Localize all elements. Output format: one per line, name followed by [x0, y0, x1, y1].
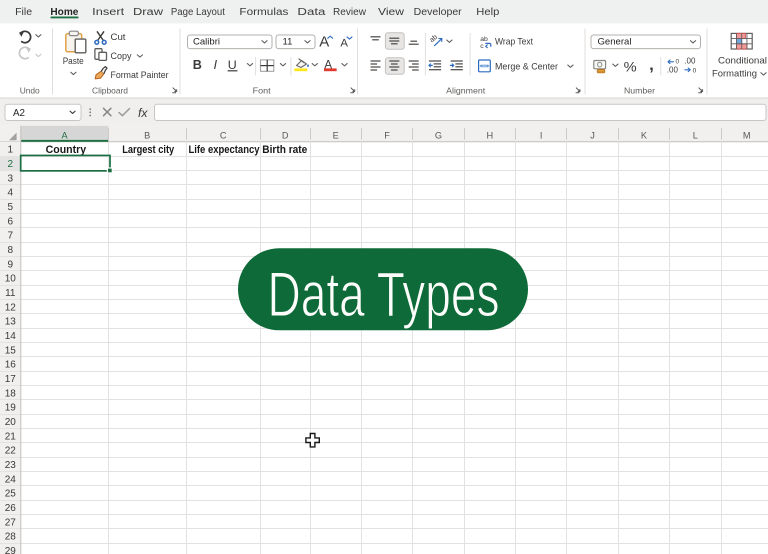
svg-text:I: I [214, 57, 218, 72]
svg-text:6: 6 [8, 216, 14, 227]
svg-text:23: 23 [5, 460, 17, 471]
svg-text:Conditional: Conditional [718, 55, 767, 66]
svg-text:%: % [624, 59, 637, 75]
svg-text:Data Types: Data Types [268, 260, 500, 330]
svg-text:File: File [15, 7, 33, 18]
svg-text:Wrap Text: Wrap Text [495, 36, 533, 47]
svg-text:C: C [220, 130, 227, 140]
svg-text:9: 9 [8, 259, 14, 270]
svg-text:D: D [282, 130, 289, 140]
svg-text:fx: fx [138, 106, 148, 120]
svg-text:Alignment: Alignment [446, 85, 486, 95]
svg-text:8: 8 [8, 245, 14, 256]
svg-text:Draw: Draw [133, 7, 164, 18]
svg-text:Copy: Copy [111, 51, 132, 62]
svg-text:Review: Review [333, 7, 367, 18]
svg-text:1: 1 [8, 145, 14, 156]
svg-text:M: M [743, 130, 751, 140]
svg-text:Insert: Insert [92, 7, 124, 18]
svg-text:27: 27 [5, 517, 17, 528]
svg-text:20: 20 [5, 417, 17, 428]
svg-text:21: 21 [5, 431, 17, 442]
svg-text:View: View [378, 7, 405, 18]
svg-text:Developer: Developer [414, 7, 463, 18]
svg-text:Data: Data [297, 7, 326, 18]
svg-text:4: 4 [8, 188, 14, 199]
svg-text:G: G [435, 130, 442, 140]
svg-text:,: , [649, 55, 654, 74]
svg-text:13: 13 [5, 317, 17, 328]
svg-text:Birth rate: Birth rate [262, 144, 307, 156]
svg-text:A: A [319, 34, 329, 51]
svg-text:.00: .00 [667, 65, 679, 74]
svg-text:Format Painter: Format Painter [111, 70, 169, 81]
svg-text:K: K [641, 130, 648, 140]
svg-text:Clipboard: Clipboard [92, 85, 128, 95]
svg-text:18: 18 [5, 388, 17, 399]
svg-text:25: 25 [5, 489, 17, 500]
svg-text:General: General [598, 37, 632, 48]
svg-text:29: 29 [5, 546, 17, 554]
svg-text:Calibri: Calibri [193, 37, 220, 48]
svg-text:22: 22 [5, 446, 17, 457]
svg-text:Merge & Center: Merge & Center [495, 61, 558, 72]
svg-text:15: 15 [5, 345, 17, 356]
svg-text:0: 0 [693, 67, 697, 74]
svg-text:24: 24 [5, 474, 17, 485]
svg-text:11: 11 [5, 288, 16, 299]
svg-text:J: J [590, 130, 595, 140]
svg-text:Country: Country [46, 144, 87, 156]
svg-text:Formatting: Formatting [712, 68, 757, 79]
svg-text:10: 10 [5, 274, 17, 285]
svg-text:14: 14 [5, 331, 17, 342]
svg-text:7: 7 [8, 231, 14, 242]
svg-text:A: A [61, 130, 68, 140]
svg-text:E: E [333, 130, 339, 140]
svg-text:16: 16 [5, 360, 17, 371]
svg-text:c: c [480, 43, 484, 50]
svg-text:Font: Font [253, 85, 272, 95]
svg-text:Life expectancy: Life expectancy [189, 144, 261, 156]
svg-text:28: 28 [5, 532, 17, 543]
svg-text:19: 19 [5, 403, 17, 414]
svg-text:B: B [193, 58, 202, 72]
svg-text:Number: Number [624, 85, 655, 95]
svg-text:26: 26 [5, 503, 17, 514]
svg-text:Page Layout: Page Layout [171, 7, 225, 18]
svg-text:12: 12 [5, 302, 17, 313]
svg-text:Cut: Cut [111, 32, 126, 43]
svg-text:U: U [228, 58, 237, 72]
svg-text:F: F [384, 130, 390, 140]
svg-text:I: I [540, 130, 543, 140]
svg-text:17: 17 [5, 374, 17, 385]
svg-text:H: H [486, 130, 493, 140]
svg-text:B: B [144, 130, 150, 140]
svg-text:Paste: Paste [63, 56, 84, 67]
svg-text:A: A [340, 38, 348, 50]
svg-text:Help: Help [476, 7, 500, 18]
svg-text:.00: .00 [684, 57, 696, 66]
svg-text:5: 5 [8, 202, 14, 213]
svg-text:A2: A2 [13, 108, 25, 119]
svg-text:Undo: Undo [20, 85, 40, 95]
svg-text:11: 11 [283, 37, 293, 48]
svg-text:Largest city: Largest city [122, 144, 175, 156]
svg-text:Formulas: Formulas [239, 7, 288, 18]
svg-text:2: 2 [8, 159, 14, 170]
svg-text:3: 3 [8, 173, 14, 184]
svg-text:L: L [693, 130, 698, 140]
